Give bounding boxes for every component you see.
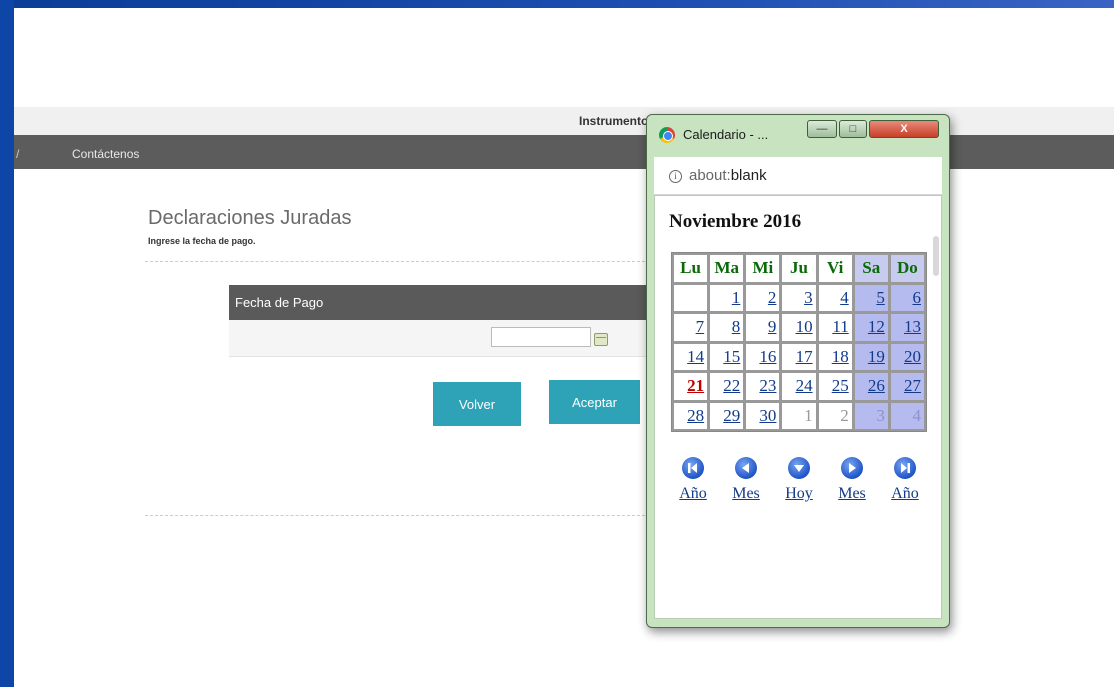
day-cell[interactable]: 25 — [818, 373, 852, 400]
day-cell[interactable]: 1 — [710, 284, 744, 311]
page-title: Declaraciones Juradas — [148, 207, 352, 229]
day-cell[interactable]: 19 — [854, 343, 888, 370]
calendar-nav-label[interactable]: Mes — [830, 485, 874, 503]
day-cell[interactable]: 5 — [854, 284, 888, 311]
day-cell[interactable]: 30 — [746, 402, 780, 429]
day-cell[interactable]: 14 — [674, 343, 708, 370]
day-header: Ju — [782, 255, 816, 282]
day-cell[interactable]: 6 — [890, 284, 924, 311]
calendar-nav-label[interactable]: Hoy — [777, 485, 821, 503]
chrome-icon — [659, 127, 675, 143]
close-button[interactable]: X — [869, 120, 939, 138]
nav-link-contact[interactable]: Contáctenos — [72, 135, 139, 173]
popup-titlebar[interactable]: Calendario - ... — □ X — [647, 115, 949, 155]
day-header: Lu — [674, 255, 708, 282]
calendar-nav-label[interactable]: Año — [671, 485, 715, 503]
day-cell[interactable]: 29 — [710, 402, 744, 429]
day-cell[interactable]: 7 — [674, 314, 708, 341]
calendar-nav: Año Mes Hoy Mes Año — [671, 457, 927, 517]
calendar-nav-item[interactable]: Mes — [724, 457, 768, 503]
day-cell[interactable]: 11 — [818, 314, 852, 341]
page-subtitle: Ingrese la fecha de pago. — [148, 236, 256, 246]
payment-date-input[interactable] — [491, 327, 591, 347]
calendar-grid: Lu Ma Mi Ju Vi Sa Do 1 2 3 4 5 6 7 8 9 10 11 12 13 14 15 16 17 1… — [671, 252, 927, 432]
day-cell[interactable]: 22 — [710, 373, 744, 400]
minimize-button[interactable]: — — [807, 120, 837, 138]
day-cell[interactable]: 10 — [782, 314, 816, 341]
day-cell[interactable]: 13 — [890, 314, 924, 341]
day-cell[interactable]: 12 — [854, 314, 888, 341]
calendar-nav-item[interactable]: Año — [883, 457, 927, 503]
calendar-popup-window: Calendario - ... — □ X i about:blank Nov… — [646, 114, 950, 628]
divider-bottom — [145, 515, 650, 516]
desktop-left-edge — [0, 0, 14, 687]
calendar-icon[interactable] — [594, 333, 608, 346]
day-cell[interactable]: 27 — [890, 373, 924, 400]
accept-button[interactable]: Aceptar — [549, 380, 640, 424]
day-header: Sa — [854, 255, 888, 282]
day-header: Do — [890, 255, 924, 282]
popup-content: Noviembre 2016 Lu Ma Mi Ju Vi Sa Do 1 2 3 4 5 6 7 8 9 10… — [654, 195, 942, 619]
day-cell[interactable]: 4 — [890, 402, 924, 429]
skip-back-icon[interactable] — [682, 457, 704, 479]
arrow-down-icon[interactable] — [788, 457, 810, 479]
day-header: Mi — [746, 255, 780, 282]
divider — [145, 261, 650, 262]
skip-forward-icon[interactable] — [894, 457, 916, 479]
day-cell[interactable]: 2 — [746, 284, 780, 311]
day-cell[interactable]: 16 — [746, 343, 780, 370]
day-header: Vi — [818, 255, 852, 282]
day-cell[interactable]: 3 — [854, 402, 888, 429]
day-cell[interactable]: 8 — [710, 314, 744, 341]
day-cell[interactable]: 4 — [818, 284, 852, 311]
address-scheme: about: — [689, 167, 731, 184]
day-cell[interactable]: 3 — [782, 284, 816, 311]
calendar-month-title: Noviembre 2016 — [669, 211, 802, 232]
calendar-nav-item[interactable]: Mes — [830, 457, 874, 503]
day-cell[interactable]: 17 — [782, 343, 816, 370]
arrow-left-icon[interactable] — [735, 457, 757, 479]
day-cell[interactable]: 1 — [782, 402, 816, 429]
day-cell[interactable]: 9 — [746, 314, 780, 341]
address-text: about:blank — [689, 167, 767, 184]
back-button[interactable]: Volver — [433, 382, 521, 426]
day-cell[interactable]: 24 — [782, 373, 816, 400]
nav-separator: / — [16, 147, 20, 161]
info-icon[interactable]: i — [669, 170, 682, 183]
day-cell[interactable]: 18 — [818, 343, 852, 370]
desktop-top-edge — [0, 0, 1114, 8]
day-cell[interactable]: 20 — [890, 343, 924, 370]
address-path: blank — [730, 167, 767, 184]
day-cell[interactable]: 15 — [710, 343, 744, 370]
calendar-nav-label[interactable]: Mes — [724, 485, 768, 503]
maximize-button[interactable]: □ — [839, 120, 867, 138]
day-cell[interactable]: 21 — [674, 373, 708, 400]
address-bar[interactable]: i about:blank — [654, 157, 942, 195]
day-cell[interactable]: 26 — [854, 373, 888, 400]
day-cell[interactable]: 23 — [746, 373, 780, 400]
arrow-right-icon[interactable] — [841, 457, 863, 479]
day-header: Ma — [710, 255, 744, 282]
popup-title: Calendario - ... — [683, 127, 769, 142]
calendar-nav-label[interactable]: Año — [883, 485, 927, 503]
empty-cell — [674, 284, 708, 311]
calendar-nav-item[interactable]: Año — [671, 457, 715, 503]
scrollbar[interactable] — [933, 236, 939, 276]
day-cell[interactable]: 28 — [674, 402, 708, 429]
calendar-nav-item[interactable]: Hoy — [777, 457, 821, 503]
panel-header: Fecha de Pago — [229, 285, 650, 320]
day-cell[interactable]: 2 — [818, 402, 852, 429]
